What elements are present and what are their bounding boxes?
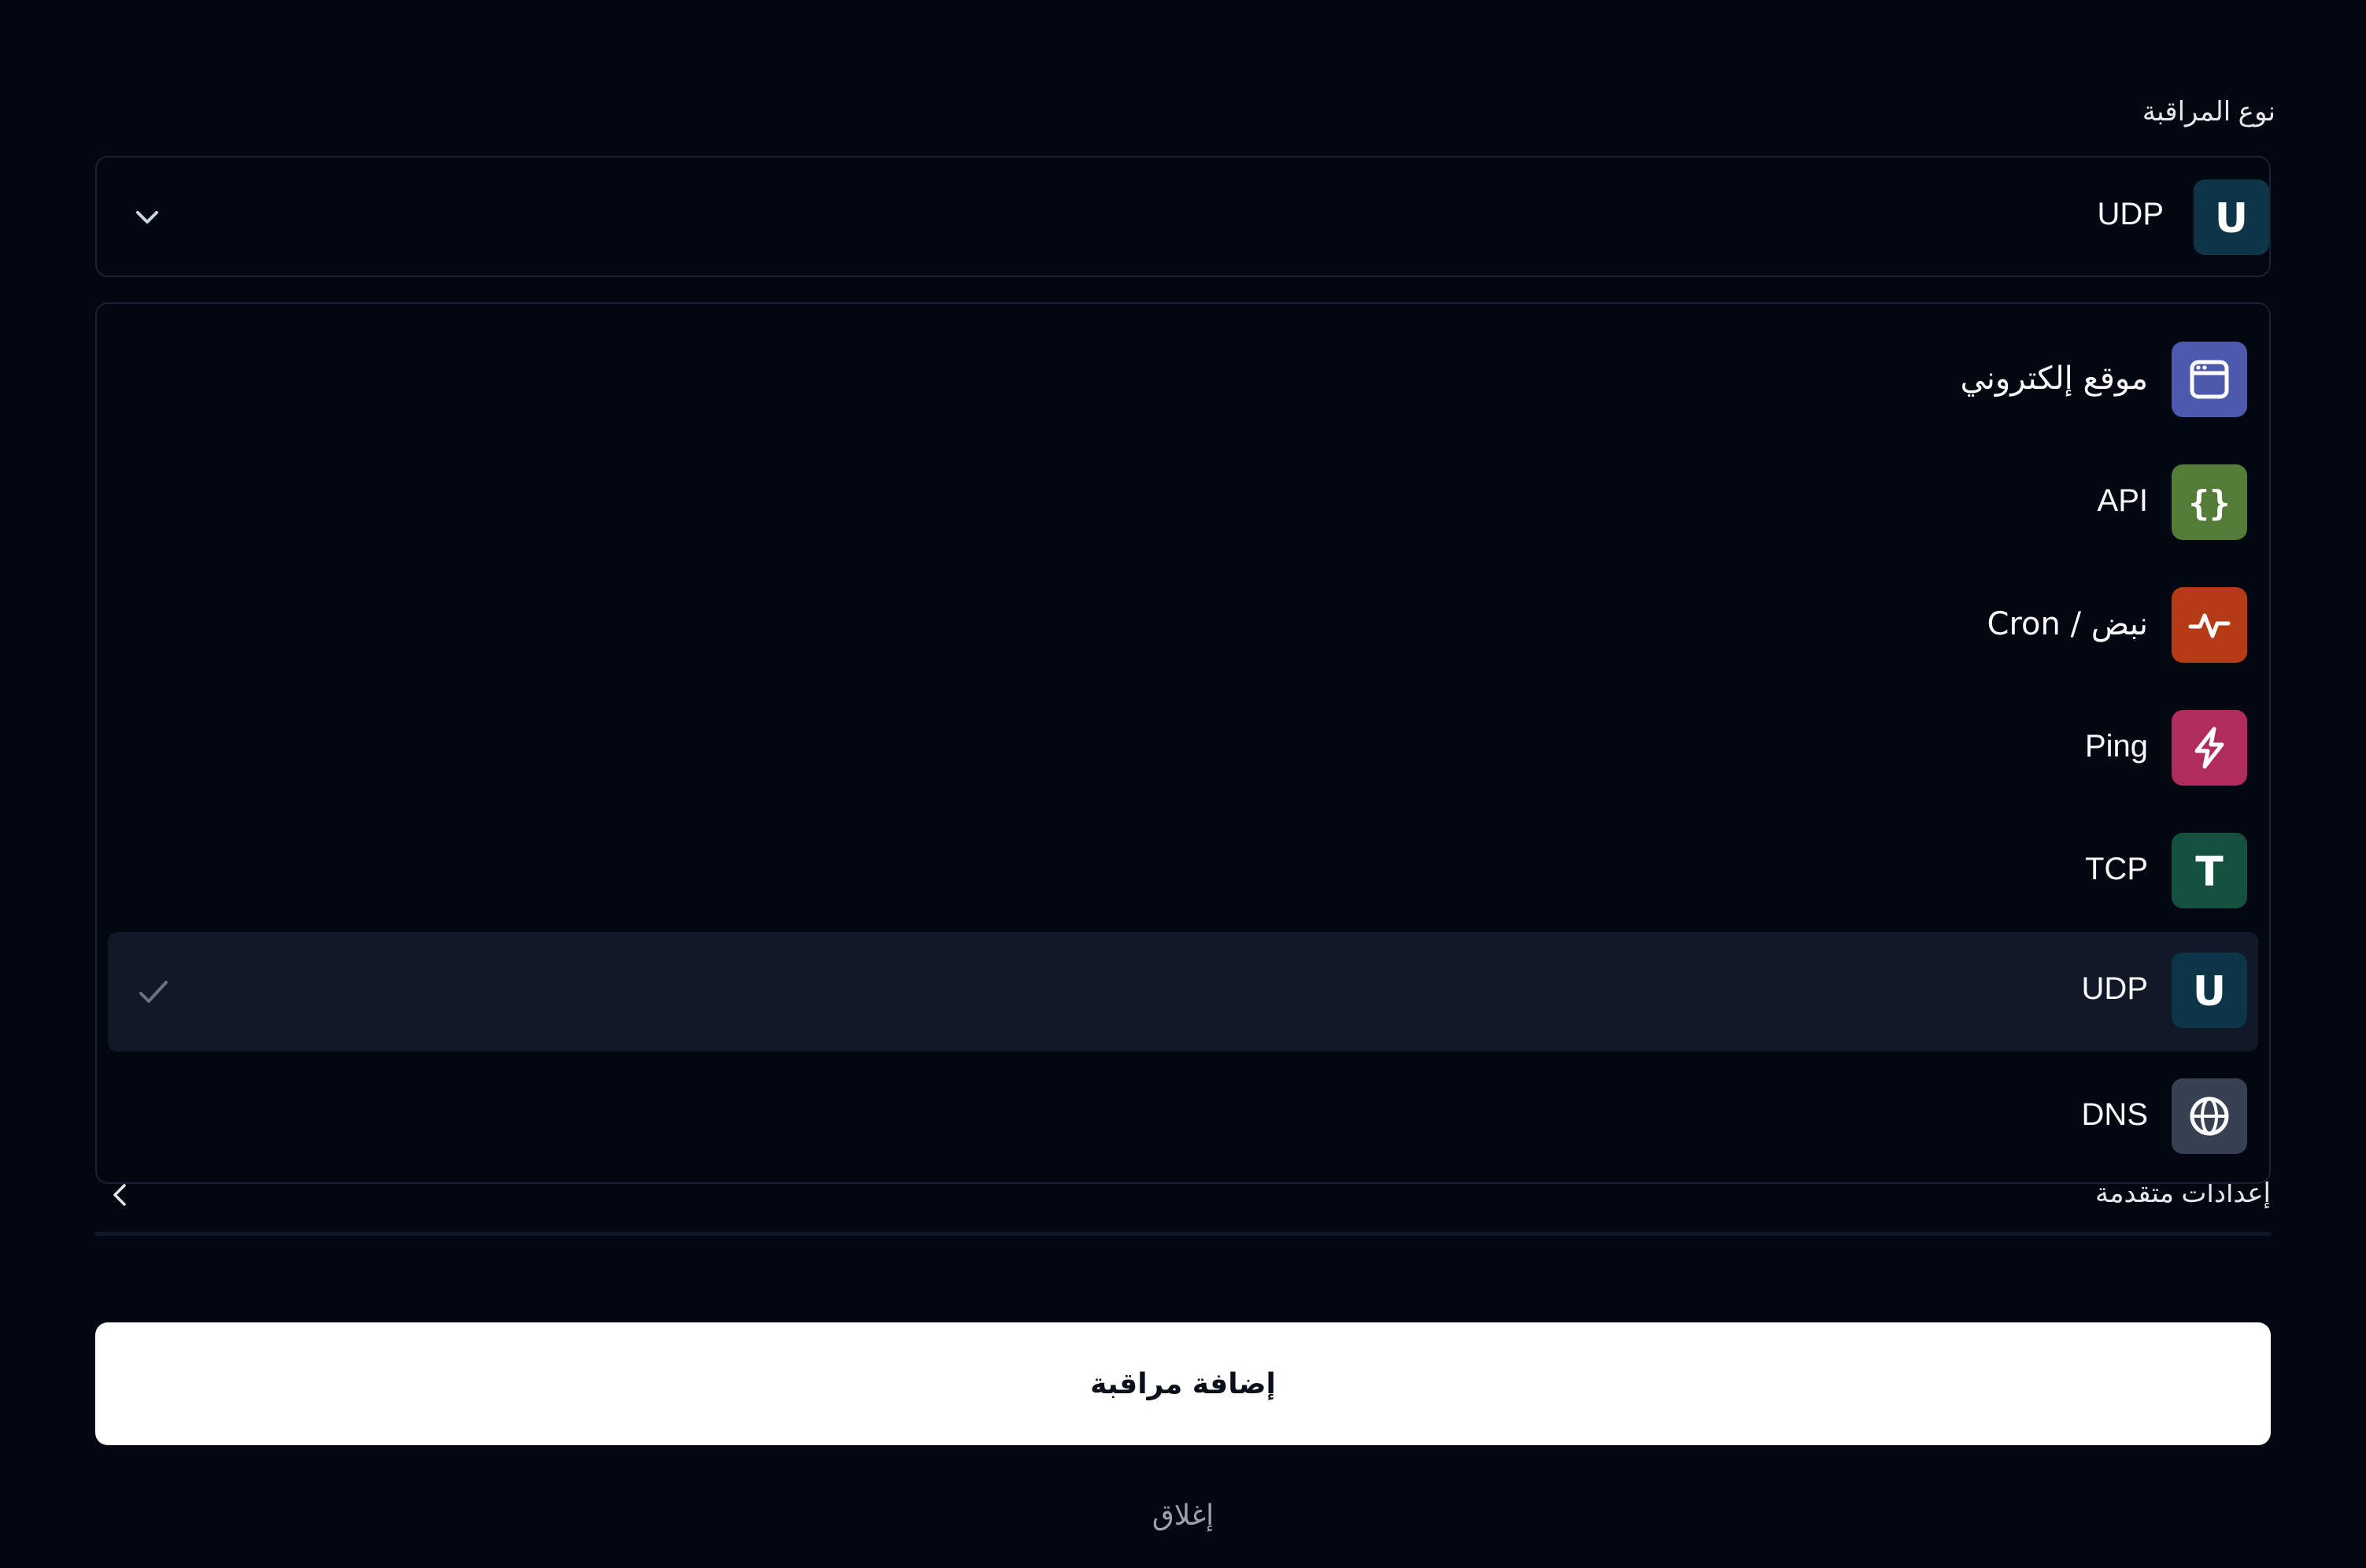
option-label: DNS bbox=[2081, 1097, 2148, 1132]
check-icon bbox=[135, 973, 172, 1011]
browser-window-icon bbox=[2172, 342, 2247, 417]
option-tcp[interactable]: T TCP bbox=[108, 812, 2258, 932]
option-label: Cron / نبض bbox=[1987, 606, 2148, 642]
option-label: UDP bbox=[2081, 971, 2148, 1006]
add-monitor-button[interactable]: إضافة مراقبة bbox=[95, 1322, 2271, 1445]
monitor-type-label: نوع المراقبة bbox=[2142, 97, 2275, 127]
monitor-type-select[interactable]: U UDP bbox=[95, 156, 2271, 277]
option-website[interactable]: موقع إلكتروني bbox=[108, 321, 2258, 441]
svg-text:U: U bbox=[2193, 968, 2226, 1015]
option-api[interactable]: {} API bbox=[108, 444, 2258, 564]
close-button[interactable]: إغلاق bbox=[1026, 1488, 1340, 1543]
option-label: TCP bbox=[2085, 852, 2148, 886]
monitor-type-dropdown: موقع إلكتروني {} API Cron / نبض Ping T T… bbox=[95, 302, 2271, 1184]
option-udp[interactable]: U UDP bbox=[108, 932, 2258, 1052]
option-cron-heartbeat[interactable]: Cron / نبض bbox=[108, 567, 2258, 686]
udp-icon: U bbox=[2194, 179, 2269, 255]
heartbeat-icon bbox=[2172, 587, 2247, 663]
chevron-left-icon bbox=[105, 1179, 136, 1211]
selected-value: UDP bbox=[2097, 197, 2164, 231]
option-label: موقع إلكتروني bbox=[1960, 361, 2148, 397]
tcp-icon: T bbox=[2172, 833, 2247, 908]
globe-icon bbox=[2172, 1078, 2247, 1154]
lightning-icon bbox=[2172, 710, 2247, 786]
svg-text:T: T bbox=[2195, 849, 2224, 896]
svg-text:U: U bbox=[2215, 195, 2248, 242]
chevron-down-icon[interactable] bbox=[128, 198, 166, 236]
svg-text:{}: {} bbox=[2189, 483, 2231, 523]
udp-icon: U bbox=[2172, 952, 2247, 1028]
curly-braces-icon: {} bbox=[2172, 464, 2247, 540]
option-dns[interactable]: DNS bbox=[108, 1058, 2258, 1178]
option-label: Ping bbox=[2084, 729, 2148, 764]
option-ping[interactable]: Ping bbox=[108, 690, 2258, 809]
option-label: API bbox=[2097, 483, 2148, 518]
